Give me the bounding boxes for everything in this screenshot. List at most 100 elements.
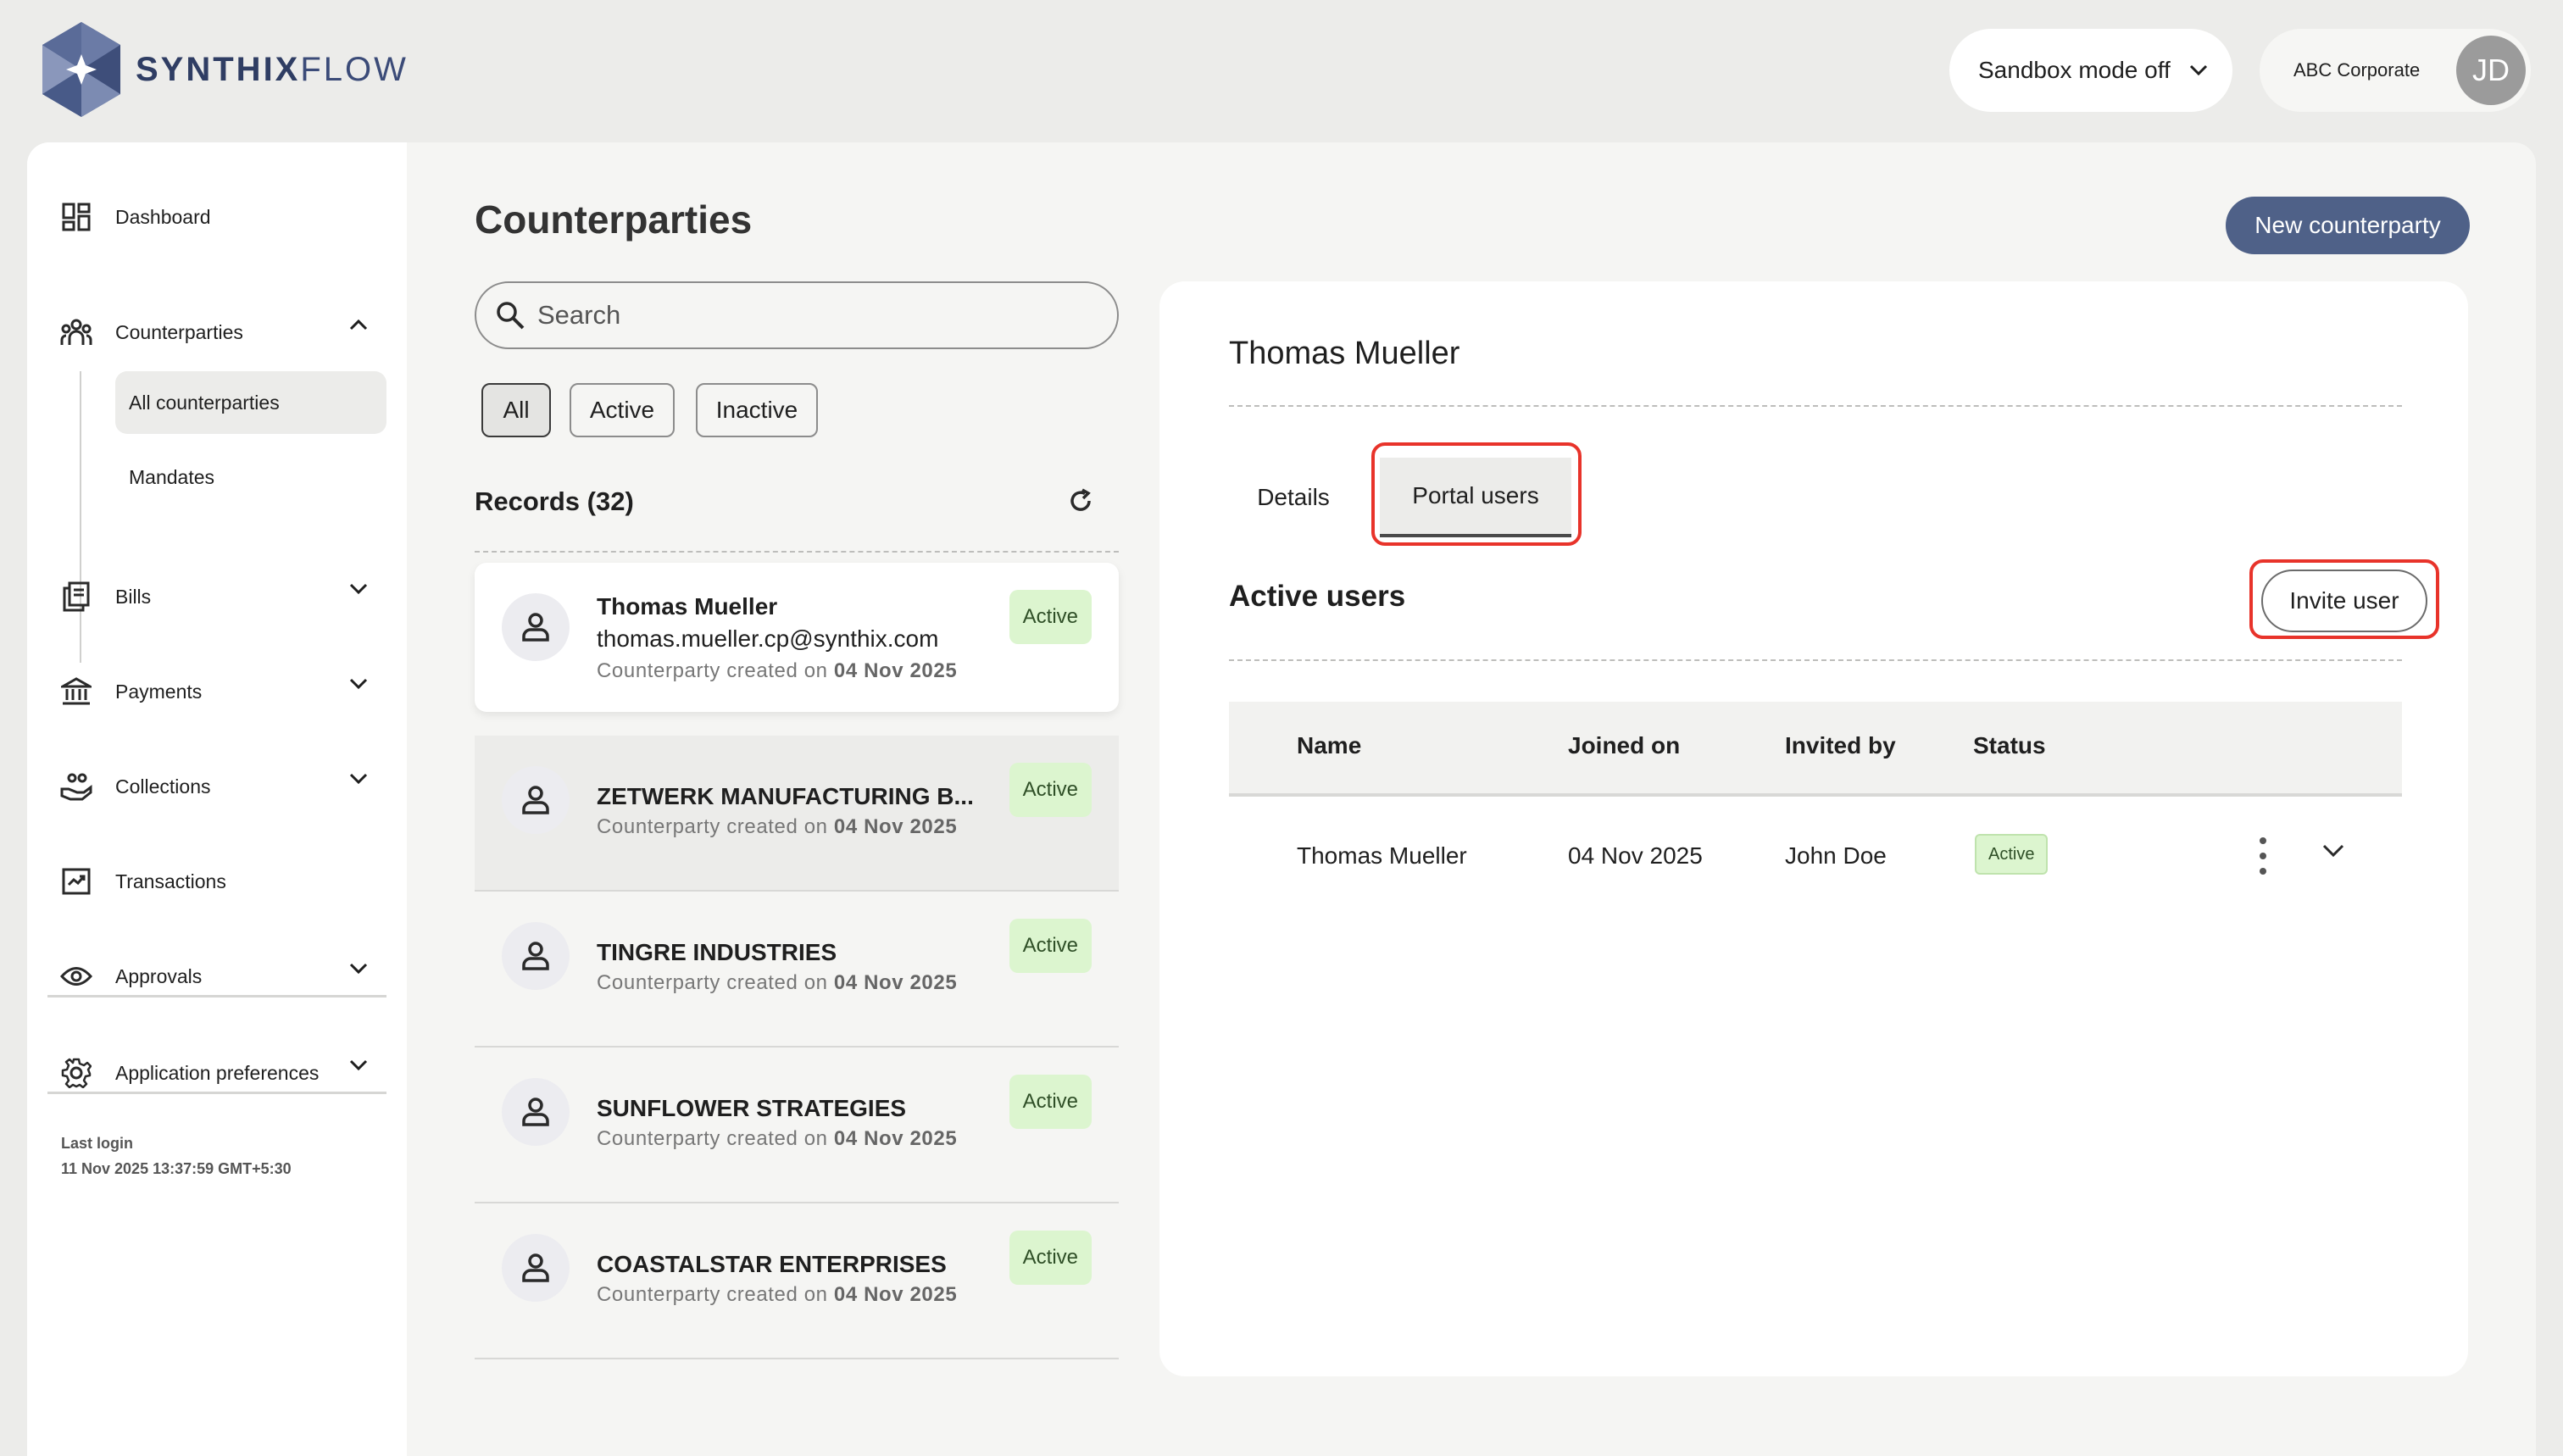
table-row[interactable]: Thomas Mueller 04 Nov 2025 John Doe Acti… bbox=[1229, 800, 2402, 915]
sidebar-item-label: Application preferences bbox=[115, 1061, 320, 1084]
list-item[interactable]: Thomas Mueller thomas.mueller.cp@synthix… bbox=[475, 563, 1119, 712]
sidebar-item-transactions[interactable]: Transactions bbox=[59, 856, 381, 907]
search-icon bbox=[497, 302, 525, 330]
chevron-down-icon bbox=[349, 963, 368, 975]
sidebar-divider bbox=[47, 1092, 386, 1094]
list-item[interactable]: SUNFLOWER STRATEGIES Counterparty create… bbox=[475, 1048, 1119, 1203]
sidebar-item-label: Transactions bbox=[115, 870, 226, 892]
counterparty-name: ZETWERK MANUFACTURING B... bbox=[597, 783, 974, 809]
sidebar-item-label: Payments bbox=[115, 680, 203, 703]
status-badge: Active bbox=[1975, 834, 2049, 875]
last-login-label: Last login bbox=[61, 1135, 133, 1152]
highlight-box bbox=[1371, 442, 1582, 546]
sidebar-item-label: Approvals bbox=[115, 964, 203, 987]
counterparty-created: Counterparty created on 04 Nov 2025 bbox=[597, 1127, 958, 1150]
eye-icon bbox=[59, 959, 93, 993]
chevron-up-icon bbox=[349, 319, 368, 331]
status-badge: Active bbox=[1009, 763, 1092, 817]
transactions-icon bbox=[59, 864, 93, 898]
bank-icon bbox=[59, 675, 93, 709]
status-badge: Active bbox=[1009, 919, 1092, 973]
column-header-name: Name bbox=[1297, 732, 1362, 759]
avatar bbox=[502, 766, 570, 834]
person-icon bbox=[522, 1253, 549, 1282]
refresh-icon[interactable] bbox=[1068, 488, 1093, 514]
chevron-down-icon bbox=[349, 583, 368, 595]
sidebar-item-bills[interactable]: Bills bbox=[59, 571, 381, 622]
avatar bbox=[502, 922, 570, 990]
user-invited-by: John Doe bbox=[1785, 842, 1887, 869]
person-icon bbox=[522, 1098, 549, 1126]
org-name: ABC Corporate bbox=[2293, 59, 2421, 81]
filter-all[interactable]: All bbox=[481, 383, 551, 437]
sidebar-item-approvals[interactable]: Approvals bbox=[59, 951, 381, 1002]
sidebar-item-dashboard[interactable]: Dashboard bbox=[59, 192, 381, 242]
tab-details[interactable]: Details bbox=[1229, 458, 1358, 537]
counterparty-created: Counterparty created on 04 Nov 2025 bbox=[597, 971, 958, 994]
sidebar-subitem-mandates[interactable]: Mandates bbox=[115, 446, 386, 508]
new-counterparty-button[interactable]: New counterparty bbox=[2226, 197, 2470, 254]
search-input[interactable] bbox=[537, 300, 1080, 331]
list-item[interactable]: ZETWERK MANUFACTURING B... Counterparty … bbox=[475, 736, 1119, 892]
detail-divider bbox=[1229, 405, 2402, 407]
sidebar-divider bbox=[47, 995, 386, 998]
sidebar-item-label: Dashboard bbox=[115, 205, 211, 228]
counterparty-created: Counterparty created on 04 Nov 2025 bbox=[597, 659, 958, 682]
highlight-box bbox=[2249, 559, 2439, 639]
list-item[interactable]: COASTALSTAR ENTERPRISES Counterparty cre… bbox=[475, 1203, 1119, 1359]
counterparty-name: SUNFLOWER STRATEGIES bbox=[597, 1095, 907, 1121]
last-login: Last login 11 Nov 2025 13:37:59 GMT+5:30 bbox=[61, 1131, 292, 1181]
person-icon bbox=[522, 942, 549, 970]
counterparty-detail-panel: Thomas Mueller Details Portal users Acti… bbox=[1159, 281, 2468, 1376]
chevron-down-icon bbox=[349, 773, 368, 785]
sidebar-item-label: Counterparties bbox=[115, 320, 243, 343]
list-item[interactable]: TINGRE INDUSTRIES Counterparty created o… bbox=[475, 892, 1119, 1048]
sidebar-item-payments[interactable]: Payments bbox=[59, 666, 381, 717]
sidebar-item-label: Collections bbox=[115, 775, 211, 797]
detail-title: Thomas Mueller bbox=[1229, 336, 1460, 371]
person-icon bbox=[522, 613, 549, 642]
active-users-title: Active users bbox=[1229, 580, 1406, 613]
last-login-value: 11 Nov 2025 13:37:59 GMT+5:30 bbox=[61, 1160, 292, 1177]
brand-name: SYNTHIXFLOW bbox=[136, 50, 409, 88]
search-box[interactable] bbox=[475, 281, 1119, 349]
status-badge: Active bbox=[1009, 1231, 1092, 1285]
column-header-joined-on: Joined on bbox=[1568, 732, 1681, 759]
avatar bbox=[502, 1234, 570, 1302]
chevron-down-icon[interactable] bbox=[2322, 844, 2344, 858]
main-shell: Dashboard Counterparties All counterpart… bbox=[27, 142, 2536, 1456]
sidebar-item-counterparties[interactable]: Counterparties bbox=[59, 307, 381, 358]
gear-icon bbox=[59, 1056, 93, 1090]
users-table-header: Name Joined on Invited by Status bbox=[1229, 702, 2402, 797]
collections-hand-icon bbox=[59, 770, 93, 803]
counterparty-name: COASTALSTAR ENTERPRISES bbox=[597, 1251, 947, 1277]
counterparty-list: Thomas Mueller thomas.mueller.cp@synthix… bbox=[475, 563, 1119, 1359]
sidebar-item-application-preferences[interactable]: Application preferences bbox=[59, 1048, 381, 1098]
filter-active[interactable]: Active bbox=[570, 383, 675, 437]
sidebar: Dashboard Counterparties All counterpart… bbox=[27, 142, 407, 1456]
people-icon bbox=[59, 315, 93, 349]
column-header-status: Status bbox=[1973, 732, 2046, 759]
bill-icon bbox=[59, 580, 93, 614]
sandbox-mode-dropdown[interactable]: Sandbox mode off bbox=[1949, 29, 2232, 112]
sidebar-item-label: Bills bbox=[115, 585, 152, 608]
account-menu[interactable]: ABC Corporate JD bbox=[2260, 29, 2531, 112]
user-avatar[interactable]: JD bbox=[2456, 36, 2526, 105]
user-name: Thomas Mueller bbox=[1297, 842, 1467, 869]
filter-inactive[interactable]: Inactive bbox=[696, 383, 818, 437]
dashboard-icon bbox=[59, 200, 93, 234]
records-count: Records (32) bbox=[475, 486, 634, 516]
user-joined-on: 04 Nov 2025 bbox=[1568, 842, 1703, 869]
more-options-icon[interactable] bbox=[2253, 837, 2273, 875]
sidebar-item-collections[interactable]: Collections bbox=[59, 761, 381, 812]
status-badge: Active bbox=[1009, 590, 1092, 644]
app-logo[interactable]: SYNTHIXFLOW bbox=[37, 20, 409, 119]
section-divider bbox=[1229, 659, 2402, 661]
records-divider bbox=[475, 551, 1119, 553]
synthix-logo-icon bbox=[42, 22, 120, 117]
sandbox-mode-label: Sandbox mode off bbox=[1978, 57, 2171, 83]
counterparty-created: Counterparty created on 04 Nov 2025 bbox=[597, 1283, 958, 1306]
counterparty-name: Thomas Mueller bbox=[597, 593, 778, 620]
person-icon bbox=[522, 786, 549, 814]
sidebar-subitem-all-counterparties[interactable]: All counterparties bbox=[115, 371, 386, 434]
